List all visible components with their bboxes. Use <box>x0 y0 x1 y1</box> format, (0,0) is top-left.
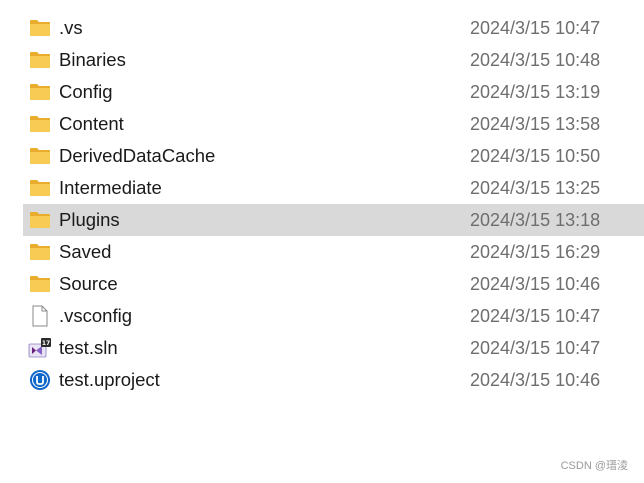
file-icon <box>32 305 48 327</box>
file-name: Source <box>59 273 118 294</box>
folder-icon <box>30 244 50 260</box>
modified-date: 2024/3/15 13:25 <box>470 178 601 198</box>
folder-icon <box>30 276 50 292</box>
file-name: DerivedDataCache <box>59 145 216 166</box>
file-name: .vs <box>59 17 83 38</box>
modified-date: 2024/3/15 13:58 <box>470 114 601 134</box>
folder-icon <box>30 20 50 36</box>
folder-icon <box>30 148 50 164</box>
modified-date: 2024/3/15 13:19 <box>470 82 601 102</box>
list-item[interactable]: DerivedDataCache 2024/3/15 10:50 <box>0 140 644 172</box>
file-list: .vs 2024/3/15 10:47 Binaries 2024/3/15 1… <box>0 12 644 396</box>
list-item[interactable]: Saved 2024/3/15 16:29 <box>0 236 644 268</box>
file-name: .vsconfig <box>59 305 133 326</box>
modified-date: 2024/3/15 10:50 <box>470 146 601 166</box>
modified-date: 2024/3/15 10:48 <box>470 50 601 70</box>
visual-studio-solution-icon: 17 <box>28 338 51 358</box>
folder-icon <box>30 180 50 196</box>
modified-date: 2024/3/15 10:47 <box>470 18 601 38</box>
svg-text:17: 17 <box>42 340 50 347</box>
folder-icon <box>30 116 50 132</box>
list-item-selected[interactable]: Plugins 2024/3/15 13:18 <box>0 204 644 236</box>
list-item[interactable]: test.uproject 2024/3/15 10:46 <box>0 364 644 396</box>
file-name: Content <box>59 113 124 134</box>
list-item[interactable]: 17 test.sln 2024/3/15 10:47 <box>0 332 644 364</box>
file-name: test.sln <box>59 337 118 358</box>
folder-icon <box>30 212 50 228</box>
modified-date: 2024/3/15 13:18 <box>470 210 601 230</box>
watermark-text: CSDN @瑨淩 <box>560 460 628 472</box>
file-name: test.uproject <box>59 369 160 390</box>
file-name: Binaries <box>59 49 126 70</box>
list-item[interactable]: Content 2024/3/15 13:58 <box>0 108 644 140</box>
modified-date: 2024/3/15 10:47 <box>470 338 601 358</box>
folder-icon <box>30 84 50 100</box>
file-name: Config <box>59 81 113 102</box>
modified-date: 2024/3/15 10:46 <box>470 370 601 390</box>
file-name: Saved <box>59 241 112 262</box>
list-item[interactable]: .vs 2024/3/15 10:47 <box>0 12 644 44</box>
modified-date: 2024/3/15 16:29 <box>470 242 601 262</box>
list-item[interactable]: Config 2024/3/15 13:19 <box>0 76 644 108</box>
modified-date: 2024/3/15 10:46 <box>470 274 601 294</box>
list-item[interactable]: .vsconfig 2024/3/15 10:47 <box>0 300 644 332</box>
list-item[interactable]: Source 2024/3/15 10:46 <box>0 268 644 300</box>
list-item[interactable]: Intermediate 2024/3/15 13:25 <box>0 172 644 204</box>
folder-icon <box>30 52 50 68</box>
file-name: Plugins <box>59 209 120 230</box>
unreal-project-icon <box>30 370 50 390</box>
modified-date: 2024/3/15 10:47 <box>470 306 601 326</box>
list-item[interactable]: Binaries 2024/3/15 10:48 <box>0 44 644 76</box>
file-name: Intermediate <box>59 177 162 198</box>
